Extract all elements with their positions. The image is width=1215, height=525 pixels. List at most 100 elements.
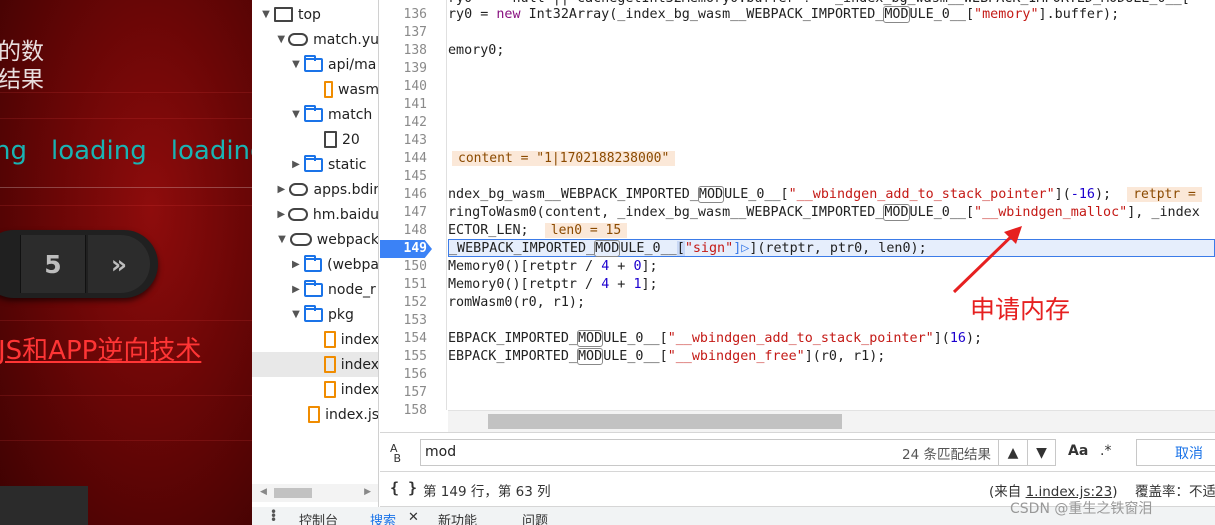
code-line[interactable]: ry0 = new Int32Array(_index_bg_wasm__WEB… — [448, 6, 1119, 24]
code-line[interactable]: content = "1|1702188238000" — [452, 150, 676, 168]
code-line[interactable]: Memory0()[retptr / 4 + 0]; — [448, 258, 658, 276]
tree-item-top[interactable]: ▼ top — [252, 2, 378, 27]
tree-item-file[interactable]: wasm — [252, 77, 379, 102]
line-number[interactable]: 140 — [380, 78, 427, 96]
tree-item-folder[interactable]: ▼ pkg — [252, 302, 378, 327]
pretty-print-button[interactable]: { } — [390, 479, 417, 497]
code-line[interactable]: ringToWasm0(content, _index_bg_wasm__WEB… — [448, 204, 1200, 222]
line-number[interactable]: 152 — [380, 294, 427, 312]
line-number[interactable]: 138 — [380, 42, 427, 60]
tree-item-label: match — [328, 106, 373, 123]
line-number[interactable]: 145 — [380, 168, 427, 186]
tree-item-label: wasm — [338, 81, 379, 98]
tree-item-domain[interactable]: ▼ webpack — [252, 227, 379, 252]
line-number[interactable]: 148 — [380, 222, 427, 240]
line-number[interactable]: 136 — [380, 6, 427, 24]
code-line[interactable]: ECTOR_LEN; len0 = 15 — [448, 222, 628, 240]
line-number[interactable]: 139 — [380, 60, 427, 78]
tab-close-icon[interactable]: ✕ — [408, 510, 419, 525]
tree-item-file[interactable]: 20 — [252, 127, 378, 152]
scrollbar-thumb[interactable] — [274, 488, 312, 498]
code-line-paused[interactable]: _WEBPACK_IMPORTED_MODULE_0__["sign"]▷](r… — [448, 239, 1215, 257]
expand-arrow-icon[interactable]: ▼ — [260, 9, 272, 20]
tab-issues[interactable]: 问题 — [522, 510, 548, 525]
tree-item-file[interactable]: index — [252, 377, 379, 402]
scroll-left-icon[interactable]: ◀ — [260, 487, 267, 497]
code-line[interactable]: romWasm0(r0, r1); — [448, 294, 585, 312]
previous-match-button[interactable]: ▲ — [998, 439, 1027, 466]
tree-item-folder[interactable]: ▶ node_r — [252, 277, 378, 302]
line-number[interactable]: 146 — [380, 186, 427, 204]
line-number[interactable]: 156 — [380, 366, 427, 384]
regex-button[interactable]: .* — [1100, 443, 1111, 459]
line-number[interactable]: 147 — [380, 204, 427, 222]
expand-arrow-icon[interactable]: ▶ — [276, 209, 286, 220]
next-match-button[interactable]: ▼ — [1027, 439, 1056, 466]
line-number-gutter[interactable]: 136 137 138 139 140 141 142 143 144 145 146 147 148 1… — [380, 0, 447, 418]
line-number[interactable]: 155 — [380, 348, 427, 366]
more-tools-icon[interactable]: • • • — [270, 507, 277, 525]
navigator-scrollbar[interactable]: ◀ ▶ — [252, 484, 378, 502]
tree-item-label: top — [298, 6, 321, 23]
promo-link[interactable]: JS和APP逆向技术 — [0, 330, 201, 367]
tree-item-domain[interactable]: ▶ apps.bdir — [252, 177, 378, 202]
tab-whats-new[interactable]: 新功能 — [438, 510, 477, 525]
expand-arrow-icon[interactable]: ▼ — [290, 59, 302, 70]
tree-item-folder[interactable]: ▼ api/ma — [252, 52, 378, 77]
scroll-right-icon[interactable]: ▶ — [364, 487, 371, 497]
tree-item-domain[interactable]: ▼ match.yu — [252, 27, 378, 52]
tree-item-folder[interactable]: ▼ match — [252, 102, 378, 127]
editor-horizontal-scrollbar[interactable] — [448, 410, 1215, 432]
expand-arrow-icon[interactable]: ▶ — [290, 284, 302, 295]
expand-arrow-icon[interactable]: ▶ — [290, 259, 302, 270]
case-sensitive-button[interactable]: Aa — [1068, 443, 1088, 459]
page-heading-line2: 结果 — [0, 67, 44, 93]
line-number[interactable]: 157 — [380, 384, 427, 402]
cloud-icon — [288, 208, 308, 221]
expand-arrow-icon[interactable]: ▶ — [290, 159, 302, 170]
tree-item-label: webpack — [316, 231, 379, 248]
tree-item-file[interactable]: index.js — [252, 402, 378, 427]
scrollbar-thumb[interactable] — [488, 414, 842, 429]
tree-item-label: index — [340, 381, 379, 398]
code-line[interactable]: EBPACK_IMPORTED_MODULE_0__["__wbindgen_a… — [448, 330, 982, 348]
cancel-button[interactable]: 取消 — [1136, 439, 1215, 466]
expand-arrow-icon[interactable]: ▼ — [290, 109, 302, 120]
tree-item-label: (webpa — [327, 256, 379, 273]
tree-item-folder[interactable]: ▶ static — [252, 152, 378, 177]
breakpoint-line-number[interactable]: 149 — [380, 240, 432, 258]
tree-item-label: pkg — [328, 306, 354, 323]
code-line[interactable]: emory0; — [448, 42, 504, 60]
line-number[interactable]: 150 — [380, 258, 427, 276]
tree-item-file[interactable]: index — [252, 327, 378, 352]
devtools-screenshot: 的数 结果 ngloadingloading 5 » JS和APP逆向技术 ▼ … — [0, 0, 1215, 525]
match-case-toggle-icon[interactable]: A B — [390, 443, 401, 464]
code-line[interactable]: EBPACK_IMPORTED_MODULE_0__["__wbindgen_f… — [448, 348, 885, 366]
line-number[interactable]: 144 — [380, 150, 427, 168]
next-page-button[interactable]: » — [88, 235, 150, 293]
code-line[interactable]: ndex_bg_wasm__WEBPACK_IMPORTED_MODULE_0_… — [448, 186, 1202, 204]
line-number[interactable]: 158 — [380, 402, 427, 420]
tree-item-folder[interactable]: ▶ (webpa — [252, 252, 379, 277]
page-5-button[interactable]: 5 — [20, 235, 86, 293]
tree-item-label: index — [340, 356, 379, 373]
line-number[interactable]: 154 — [380, 330, 427, 348]
expand-arrow-icon[interactable]: ▼ — [276, 34, 286, 45]
tree-item-domain[interactable]: ▶ hm.baidu — [252, 202, 378, 227]
code-line[interactable]: Memory0()[retptr / 4 + 1]; — [448, 276, 658, 294]
line-number[interactable]: 142 — [380, 114, 427, 132]
code-editor[interactable]: 136 137 138 139 140 141 142 143 144 145 146 147 148 1… — [380, 0, 1215, 432]
line-number[interactable]: 137 — [380, 24, 427, 42]
expand-arrow-icon[interactable]: ▶ — [276, 184, 287, 195]
tree-item-file-selected[interactable]: index — [252, 352, 379, 377]
sources-navigator: ▼ top ▼ match.yu ▼ api/ma wasm ▼ match 2… — [252, 0, 379, 507]
expand-arrow-icon[interactable]: ▼ — [276, 234, 288, 245]
line-number[interactable]: 151 — [380, 276, 427, 294]
expand-arrow-icon[interactable]: ▼ — [290, 309, 302, 320]
tab-search[interactable]: 搜索 — [370, 510, 396, 525]
line-number[interactable]: 143 — [380, 132, 427, 150]
tab-console[interactable]: 控制台 — [299, 510, 338, 525]
line-number[interactable]: 141 — [380, 96, 427, 114]
line-number[interactable]: 153 — [380, 312, 427, 330]
loading-row: ng loading loading — [0, 136, 252, 166]
